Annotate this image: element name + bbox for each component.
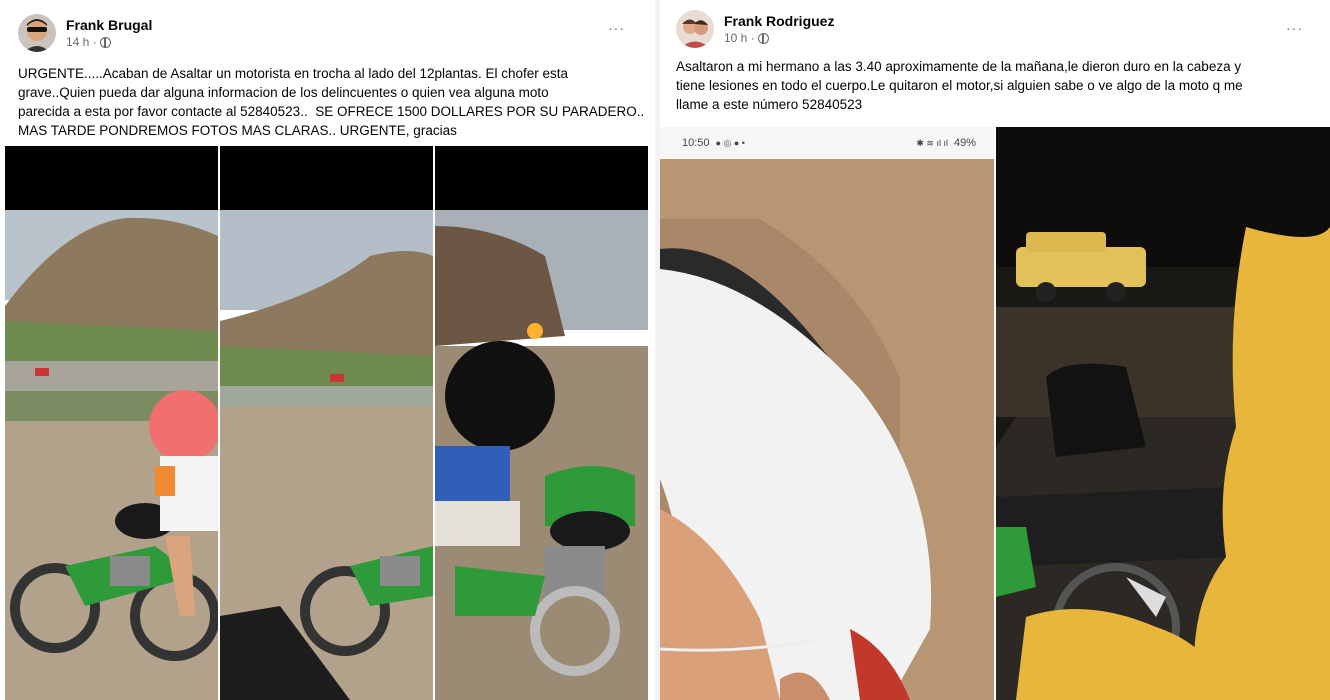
post-text: URGENTE.....Acaban de Asaltar un motoris… [18,66,645,138]
motorcycle-photo-3[interactable] [435,146,648,700]
post-card-left: Frank Brugal 14 h · ··· URGENTE.....Acab… [0,0,655,700]
post-card-right: Frank Rodriguez 10 h · ··· Asaltaron a m… [660,0,1330,700]
battery-level: 49% [953,137,976,149]
timestamp-text: 14 h · [66,35,97,49]
timestamp-text: 10 h · [724,31,755,45]
night-motorcycle-photo[interactable] [996,127,1330,700]
status-time: 10:50 [682,137,710,149]
more-options-button[interactable]: ··· [1286,20,1303,36]
post-meta: Frank Brugal 14 h · [66,16,152,50]
more-options-button[interactable]: ··· [608,20,625,36]
motorcycle-photo-1[interactable] [5,146,218,700]
timestamp[interactable]: 10 h · [724,30,834,46]
timestamp[interactable]: 14 h · [66,34,152,50]
avatar[interactable] [18,14,56,52]
post-text: Asaltaron a mi hermano a las 3.40 aproxi… [676,59,1243,112]
status-icons: ● ◎ ● • [715,137,745,148]
globe-icon [99,36,111,48]
post-header: Frank Rodriguez 10 h · [676,8,834,50]
phone-status-bar: 10:50 ● ◎ ● • ✱ ≋ ıl ıl 49% [660,127,994,159]
avatar[interactable] [676,10,714,48]
author-name[interactable]: Frank Rodriguez [724,12,834,30]
motorcycle-photo-2[interactable] [220,146,433,700]
post-header: Frank Brugal 14 h · [18,12,152,54]
author-name[interactable]: Frank Brugal [66,16,152,34]
globe-icon [757,32,769,44]
injury-photo[interactable]: 10:50 ● ◎ ● • ✱ ≋ ıl ıl 49% [660,127,994,700]
signal-icon: ✱ ≋ ıl ıl [916,137,948,148]
post-meta: Frank Rodriguez 10 h · [724,12,834,46]
